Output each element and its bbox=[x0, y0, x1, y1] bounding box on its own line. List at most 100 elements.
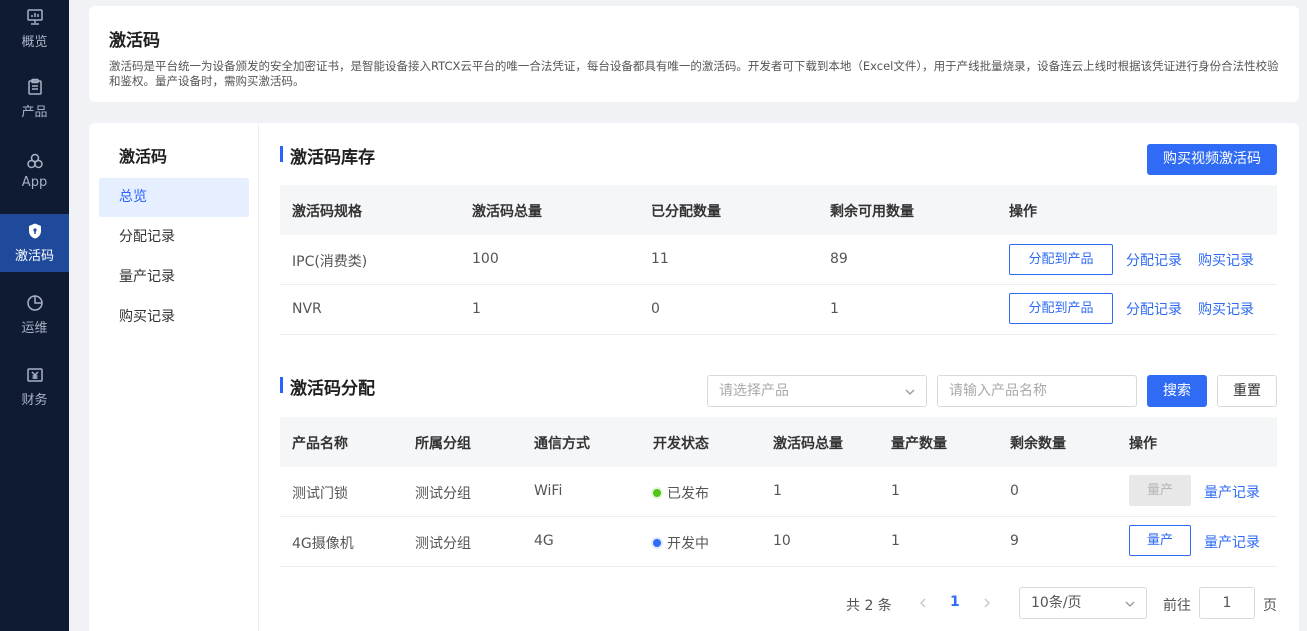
sidebar-item-finance[interactable]: 财务 bbox=[0, 358, 69, 416]
col-header-actions: 操作 bbox=[1129, 436, 1157, 452]
product-select-placeholder: 请选择产品 bbox=[719, 383, 789, 399]
row-divider bbox=[280, 516, 1277, 517]
sidebar-item-label: 运维 bbox=[21, 321, 48, 336]
row-divider bbox=[280, 566, 1277, 567]
col-header-code-total: 激活码总量 bbox=[773, 436, 843, 452]
status-text: 开发中 bbox=[667, 536, 709, 552]
search-button[interactable]: 搜索 bbox=[1147, 375, 1207, 407]
sidebar-item-activation-code[interactable]: 激活码 bbox=[0, 214, 69, 272]
cell-group: 测试分组 bbox=[415, 536, 471, 552]
page-size-select[interactable]: 10条/页 bbox=[1019, 587, 1147, 619]
row-divider bbox=[280, 334, 1277, 335]
assign-records-link[interactable]: 分配记录 bbox=[1126, 250, 1182, 270]
cell-total: 100 bbox=[472, 251, 499, 267]
sidebar-item-overview[interactable]: 概览 bbox=[0, 0, 69, 58]
chevron-left-icon[interactable] bbox=[917, 597, 929, 609]
status-text: 已发布 bbox=[667, 486, 709, 502]
mass-produce-button-disabled: 量产 bbox=[1129, 475, 1191, 506]
subnav-title: 激活码 bbox=[119, 147, 168, 166]
page-title: 激活码 bbox=[109, 31, 160, 51]
sidebar-item-label: 产品 bbox=[21, 105, 48, 120]
col-header-produced: 量产数量 bbox=[891, 436, 947, 452]
product-select[interactable]: 请选择产品 bbox=[707, 375, 927, 407]
cell-remaining: 1 bbox=[830, 301, 839, 317]
cell-dev-status: 开发中 bbox=[653, 533, 709, 553]
subnav-item-assign-records[interactable]: 分配记录 bbox=[99, 218, 249, 257]
shield-icon bbox=[28, 223, 41, 239]
col-header-product-name: 产品名称 bbox=[292, 436, 348, 452]
page-description: 激活码是平台统一为设备颁发的安全加密证书，是智能设备接入RTCX云平台的唯一合法… bbox=[109, 59, 1279, 88]
sub-navigation: 激活码 总览 分配记录 量产记录 购买记录 bbox=[89, 123, 259, 631]
circles-icon bbox=[26, 153, 43, 169]
cell-product-name: 4G摄像机 bbox=[292, 536, 354, 552]
col-header-total: 激活码总量 bbox=[472, 204, 542, 220]
col-header-remaining: 剩余数量 bbox=[1010, 436, 1066, 452]
cell-product-name: 测试门锁 bbox=[292, 486, 348, 502]
buy-video-code-button[interactable]: 购买视频激活码 bbox=[1147, 144, 1277, 175]
intro-card: 激活码 激活码是平台统一为设备颁发的安全加密证书，是智能设备接入RTCX云平台的… bbox=[89, 6, 1299, 102]
production-records-link[interactable]: 量产记录 bbox=[1204, 532, 1260, 552]
col-header-actions: 操作 bbox=[1009, 204, 1037, 220]
production-records-link[interactable]: 量产记录 bbox=[1204, 482, 1260, 502]
inventory-section-title: 激活码库存 bbox=[280, 143, 375, 168]
chevron-down-icon bbox=[905, 389, 915, 395]
sidebar-item-label: App bbox=[21, 175, 48, 190]
monitor-icon bbox=[26, 9, 43, 25]
subnav-item-production-records[interactable]: 量产记录 bbox=[99, 258, 249, 297]
cell-remaining: 9 bbox=[1010, 533, 1019, 549]
pie-icon bbox=[26, 295, 43, 311]
subnav-item-overview[interactable]: 总览 bbox=[99, 178, 249, 217]
col-header-dev-status: 开发状态 bbox=[653, 436, 709, 452]
cell-produced: 1 bbox=[891, 533, 900, 549]
chevron-down-icon bbox=[1125, 601, 1135, 607]
cell-total: 1 bbox=[472, 301, 481, 317]
page-suffix: 页 bbox=[1263, 598, 1277, 614]
pagination-current-page[interactable]: 1 bbox=[950, 594, 960, 610]
pagination-total: 共 2 条 bbox=[846, 598, 892, 614]
col-header-group: 所属分组 bbox=[415, 436, 471, 452]
cell-assigned: 11 bbox=[651, 251, 669, 267]
cell-comm: WiFi bbox=[534, 483, 563, 499]
assign-to-product-button[interactable]: 分配到产品 bbox=[1009, 293, 1113, 324]
distribution-section-title: 激活码分配 bbox=[280, 374, 375, 399]
purchase-records-link[interactable]: 购买记录 bbox=[1198, 250, 1254, 270]
subnav-item-purchase-records[interactable]: 购买记录 bbox=[99, 298, 249, 337]
chevron-right-icon[interactable] bbox=[981, 597, 993, 609]
status-dot bbox=[653, 489, 661, 497]
sidebar-item-ops[interactable]: 运维 bbox=[0, 286, 69, 344]
cell-remaining: 89 bbox=[830, 251, 848, 267]
col-header-comm: 通信方式 bbox=[534, 436, 590, 452]
cell-spec: IPC(消费类) bbox=[292, 254, 368, 270]
col-header-remaining: 剩余可用数量 bbox=[830, 204, 914, 220]
page-size-value: 10条/页 bbox=[1031, 595, 1082, 611]
assign-records-link[interactable]: 分配记录 bbox=[1126, 299, 1182, 319]
cell-comm: 4G bbox=[534, 533, 554, 549]
mass-produce-button[interactable]: 量产 bbox=[1129, 525, 1191, 556]
cell-spec: NVR bbox=[292, 301, 322, 317]
inventory-table-header bbox=[280, 185, 1277, 235]
row-divider bbox=[280, 284, 1277, 285]
goto-page-input[interactable]: 1 bbox=[1199, 587, 1255, 619]
main-card: 激活码 总览 分配记录 量产记录 购买记录 激活码库存 购买视频激活码 激活码规… bbox=[89, 123, 1299, 631]
sidebar-item-product[interactable]: 产品 bbox=[0, 70, 69, 128]
product-name-input[interactable] bbox=[937, 375, 1137, 407]
cell-produced: 1 bbox=[891, 483, 900, 499]
sidebar-item-label: 激活码 bbox=[14, 249, 54, 264]
cell-code-total: 1 bbox=[773, 483, 782, 499]
purchase-records-link[interactable]: 购买记录 bbox=[1198, 299, 1254, 319]
yen-icon bbox=[26, 368, 43, 382]
cell-dev-status: 已发布 bbox=[653, 483, 709, 503]
cell-group: 测试分组 bbox=[415, 486, 471, 502]
app-sidebar: 概览 产品 App 激活码 运维 财务 bbox=[0, 0, 69, 631]
sidebar-item-app[interactable]: App bbox=[0, 142, 69, 200]
cell-remaining: 0 bbox=[1010, 483, 1019, 499]
sidebar-item-label: 财务 bbox=[21, 393, 48, 408]
reset-button[interactable]: 重置 bbox=[1217, 375, 1277, 407]
cell-code-total: 10 bbox=[773, 533, 791, 549]
goto-label: 前往 bbox=[1163, 598, 1191, 614]
col-header-assigned: 已分配数量 bbox=[651, 204, 721, 220]
assign-to-product-button[interactable]: 分配到产品 bbox=[1009, 244, 1113, 275]
status-dot bbox=[653, 539, 661, 547]
cell-assigned: 0 bbox=[651, 301, 660, 317]
col-header-spec: 激活码规格 bbox=[292, 204, 362, 220]
